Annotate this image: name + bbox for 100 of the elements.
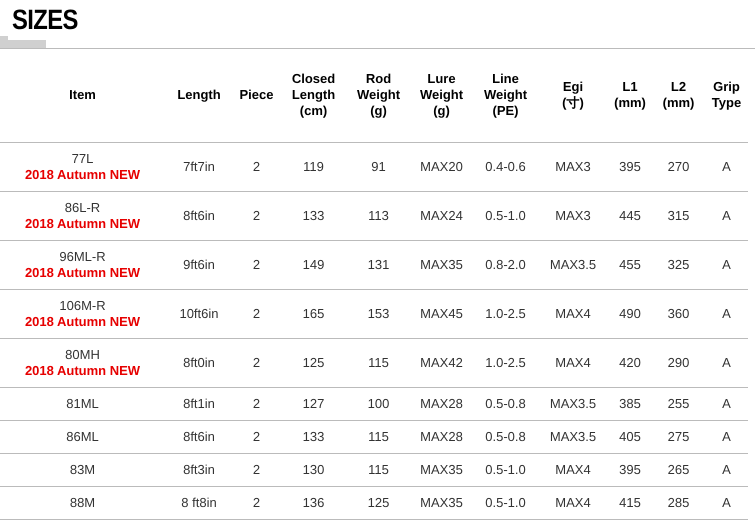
new-label: 2018 Autumn NEW: [24, 314, 142, 330]
table-cell-text: 115: [367, 428, 390, 444]
table-cell-text: A: [721, 158, 732, 174]
table-cell-text: MAX42: [419, 354, 464, 370]
table-cell-text: 415: [618, 494, 642, 510]
table-cell-text: 2: [252, 494, 262, 510]
table-cell-text: MAX4: [554, 462, 592, 478]
table-cell-text: 275: [666, 428, 690, 444]
table-cell-text: A: [721, 428, 732, 444]
table-cell-text: 127: [302, 396, 326, 412]
new-label: 2018 Autumn NEW: [24, 216, 142, 232]
table-cell-text: MAX45: [419, 306, 464, 322]
table-cell-text: MAX4: [554, 306, 592, 322]
table-cell-text: 10ft6in: [178, 306, 220, 322]
table-cell-text: 125: [366, 494, 390, 510]
table-cell-text: MAX3.5: [548, 256, 598, 272]
column-header: Lure Weight (g): [420, 71, 464, 120]
table-cell-text: 2: [252, 256, 262, 272]
table-cell-text: 8ft0in: [182, 354, 216, 370]
table-cell-text: 136: [302, 494, 326, 510]
item-name: 77L: [70, 150, 94, 166]
table-cell-text: 325: [666, 256, 690, 272]
table-cell-text: 285: [666, 494, 690, 510]
table-cell-text: A: [721, 256, 732, 272]
column-header: L2 (mm): [662, 79, 694, 112]
column-header: Rod Weight (g): [356, 71, 400, 120]
column-header: Egi (寸): [562, 79, 584, 112]
table-cell-text: 8ft1in: [182, 396, 216, 412]
item-name: 80MH: [64, 346, 101, 362]
table-cell-text: 165: [302, 306, 326, 322]
table-cell-text: 445: [618, 208, 642, 224]
table-cell-text: 8ft6in: [182, 208, 216, 224]
table-cell-text: A: [721, 354, 732, 370]
table-cell-text: 153: [366, 306, 390, 322]
table-cell-text: MAX3.5: [548, 396, 598, 412]
column-header: Line Weight (PE): [484, 71, 528, 120]
item-name: 83M: [68, 462, 96, 478]
column-header: L1 (mm): [614, 79, 646, 112]
table-cell-text: 270: [666, 158, 690, 174]
column-header: Item: [69, 87, 96, 104]
table-cell-text: 2: [252, 462, 262, 478]
table-cell-text: MAX3: [554, 208, 592, 224]
item-name: 88M: [68, 494, 96, 510]
table-cell-text: MAX4: [554, 354, 592, 370]
table-cell-text: 115: [367, 354, 390, 370]
table-cell-text: MAX35: [419, 462, 464, 478]
table-cell-text: 133: [302, 208, 326, 224]
table-cell-text: 1.0-2.5: [484, 354, 527, 370]
table-cell-text: 133: [302, 428, 326, 444]
table-cell-text: 115: [367, 462, 390, 478]
table-cell-text: 91: [370, 158, 387, 174]
column-header: Grip Type: [712, 79, 742, 112]
table-cell-text: 2: [252, 354, 262, 370]
table-cell-text: 100: [366, 396, 390, 412]
table-cell-text: A: [721, 306, 732, 322]
new-label: 2018 Autumn NEW: [24, 166, 142, 182]
table-cell-text: A: [721, 494, 732, 510]
table-cell-text: A: [721, 462, 732, 478]
item-name: 81ML: [65, 396, 100, 412]
table-cell-text: 2: [252, 208, 262, 224]
table-cell-text: 265: [666, 462, 690, 478]
item-name: 96ML-R: [58, 248, 107, 264]
table-cell-text: 490: [618, 306, 642, 322]
column-header: Closed Length (cm): [292, 71, 336, 120]
table-cell-text: 9ft6in: [182, 256, 216, 272]
table-cell-text: MAX35: [419, 256, 464, 272]
table-cell-text: MAX3.5: [548, 428, 598, 444]
table-cell-text: 2: [252, 396, 262, 412]
table-cell-text: 315: [666, 208, 690, 224]
table-cell-text: MAX24: [419, 208, 464, 224]
table-cell-text: MAX20: [419, 158, 464, 174]
table-cell-text: 0.5-1.0: [484, 462, 527, 478]
item-name: 106M-R: [58, 298, 107, 314]
table-cell-text: 2: [252, 428, 262, 444]
table-cell-text: 113: [367, 208, 390, 224]
item-name: 86L-R: [64, 200, 102, 216]
table-cell-text: A: [721, 208, 732, 224]
table-cell-text: 455: [618, 256, 642, 272]
new-label: 2018 Autumn NEW: [24, 264, 142, 280]
table-cell-text: 8ft6in: [182, 428, 216, 444]
table-cell-text: 131: [366, 256, 390, 272]
table-cell-text: 0.5-0.8: [484, 428, 527, 444]
table-cell-text: 0.4-0.6: [484, 158, 527, 174]
new-label: 2018 Autumn NEW: [24, 362, 142, 378]
item-name: 86ML: [65, 428, 100, 444]
table-cell-text: 0.5-0.8: [484, 396, 527, 412]
table-cell-text: 125: [302, 354, 326, 370]
table-cell-text: 8 ft8in: [180, 494, 218, 510]
table-cell-text: 8ft3in: [182, 462, 216, 478]
table-cell-text: 395: [618, 462, 642, 478]
table-cell-text: MAX4: [554, 494, 592, 510]
table-cell-text: 0.5-1.0: [484, 494, 527, 510]
table-cell-text: 420: [618, 354, 642, 370]
table-cell-text: 405: [618, 428, 642, 444]
table-cell-text: 2: [252, 158, 262, 174]
table-cell-text: MAX28: [419, 396, 464, 412]
table-cell-text: MAX28: [419, 428, 464, 444]
table-cell-text: 130: [302, 462, 326, 478]
table-cell-text: 385: [618, 396, 642, 412]
table-cell-text: 7ft7in: [182, 158, 216, 174]
